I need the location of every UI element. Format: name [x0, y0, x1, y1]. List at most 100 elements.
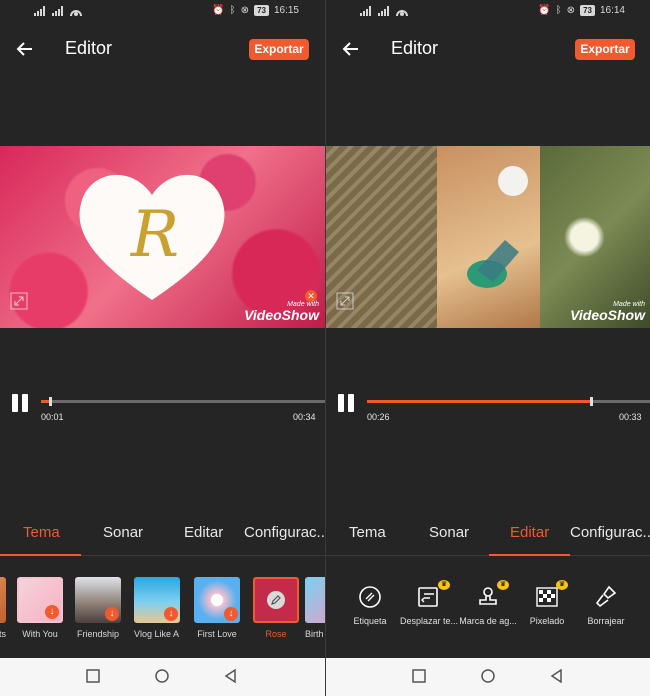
edit-pencil-icon [267, 591, 285, 609]
theme-item[interactable]: ↓ Vlog Like A P... [134, 577, 180, 639]
nfc-icon: ⊗ [566, 5, 576, 16]
back-icon[interactable] [550, 669, 564, 683]
export-button[interactable]: Exportar [575, 39, 635, 60]
theme-item[interactable]: ↓ With You [17, 577, 63, 639]
tab-tema[interactable]: Tema [349, 524, 386, 541]
bottle-image [467, 240, 519, 288]
seek-bar[interactable] [41, 397, 325, 406]
alarm-icon: ⏰ [212, 5, 225, 16]
home-icon[interactable] [155, 669, 169, 683]
system-navigation-bar [0, 658, 325, 696]
active-tab-indicator [489, 554, 570, 556]
theme-thumbnail: ↓ [17, 577, 63, 623]
right-screen: ⏰ ᛒ ⊗ 73 16:14 Editor Exportar Made with… [325, 0, 650, 696]
status-bar: ⏰ ᛒ ⊗ 73 16:15 [0, 0, 325, 24]
home-icon[interactable] [481, 669, 495, 683]
app-header: Editor Exportar [326, 24, 650, 74]
battery-icon: 73 [254, 5, 269, 16]
premium-crown-icon: ♛ [497, 580, 509, 590]
download-icon: ↓ [164, 607, 178, 621]
tool-pixelado[interactable]: ♛ Pixelado [517, 580, 577, 626]
watermark: Made with VideoShow [244, 301, 319, 323]
wifi-icon [70, 6, 82, 16]
alarm-icon: ⏰ [538, 5, 551, 16]
recent-apps-icon[interactable] [86, 669, 100, 683]
clock: 16:14 [599, 5, 625, 16]
signal-icon [360, 6, 372, 16]
download-icon: ↓ [45, 605, 59, 619]
edit-tools: Etiqueta ♛ Desplazar te... ♛ Marca de ag… [326, 580, 650, 644]
total-time: 00:34 [293, 412, 316, 422]
back-icon[interactable] [224, 669, 238, 683]
active-tab-indicator [0, 554, 81, 556]
theme-item[interactable]: ts [0, 577, 6, 639]
tab-editar[interactable]: Editar [510, 524, 549, 541]
stamp-icon [479, 587, 497, 605]
tab-sonar[interactable]: Sonar [429, 524, 469, 541]
theme-thumbnail [305, 577, 325, 623]
brush-icon [595, 585, 617, 608]
signal-icon [378, 6, 390, 16]
tab-tema[interactable]: Tema [23, 524, 60, 541]
video-preview[interactable]: Made with VideoShow [326, 146, 650, 328]
scroll-text-icon [418, 587, 438, 607]
tool-borrajear[interactable]: Borrajear [576, 584, 636, 626]
tab-bar: Tema Sonar Editar Configurac... [0, 516, 325, 556]
back-arrow-icon[interactable] [14, 38, 36, 60]
video-preview[interactable]: R ✕ Made with VideoShow [0, 146, 325, 328]
export-button[interactable]: Exportar [249, 39, 309, 60]
watermark: Made with VideoShow [570, 301, 645, 323]
recent-apps-icon[interactable] [412, 669, 426, 683]
tab-bar: Tema Sonar Editar Configurac... [326, 516, 650, 556]
premium-crown-icon: ♛ [438, 580, 450, 590]
tool-marca-de-agua[interactable]: ♛ Marca de ag... [458, 580, 518, 626]
theme-item-selected[interactable]: Rose [253, 577, 299, 639]
playback-controls: 00:26 00:33 [326, 388, 650, 428]
pause-icon[interactable] [338, 394, 356, 414]
ball-image [498, 166, 528, 196]
tool-desplazar-texto[interactable]: ♛ Desplazar te... [399, 580, 459, 626]
status-bar: ⏰ ᛒ ⊗ 73 16:14 [326, 0, 650, 24]
seek-bar-thumb[interactable] [590, 397, 593, 406]
tab-configuracion[interactable]: Configurac... [570, 524, 650, 541]
page-title: Editor [65, 38, 113, 58]
playback-controls: 00:01 00:34 [0, 388, 325, 428]
theme-thumbnail [0, 577, 6, 623]
sticker-icon [359, 586, 381, 608]
seek-bar-thumb[interactable] [49, 397, 52, 406]
back-arrow-icon[interactable] [340, 38, 362, 60]
tab-sonar[interactable]: Sonar [103, 524, 143, 541]
download-icon: ↓ [105, 607, 119, 621]
theme-item[interactable]: ↓ First Love [194, 577, 240, 639]
theme-item[interactable]: ↓ Friendship [75, 577, 121, 639]
signal-icon [34, 6, 46, 16]
current-time: 00:01 [41, 412, 64, 422]
total-time: 00:33 [619, 412, 642, 422]
theme-thumbnail: ↓ [75, 577, 121, 623]
monogram-letter-image: R [130, 198, 180, 272]
tab-configuracion[interactable]: Configurac... [244, 524, 325, 541]
bluetooth-icon: ᛒ [229, 5, 236, 16]
nfc-icon: ⊗ [240, 5, 250, 16]
tool-etiqueta[interactable]: Etiqueta [340, 584, 400, 626]
bluetooth-icon: ᛒ [555, 5, 562, 16]
theme-thumbnail: ↓ [194, 577, 240, 623]
seek-bar-progress [367, 400, 591, 403]
wifi-icon [396, 6, 408, 16]
expand-icon[interactable] [10, 292, 28, 310]
theme-list: ts ↓ With You ↓ Friendship ↓ Vlog Like A… [0, 572, 325, 644]
tab-editar[interactable]: Editar [184, 524, 223, 541]
mosaic-icon [536, 587, 558, 607]
expand-icon[interactable] [336, 292, 354, 310]
current-time: 00:26 [367, 412, 390, 422]
theme-item[interactable]: Birth [305, 577, 325, 639]
premium-crown-icon: ♛ [556, 580, 568, 590]
signal-icon [52, 6, 64, 16]
page-title: Editor [391, 38, 439, 58]
clock: 16:15 [273, 5, 299, 16]
theme-thumbnail [253, 577, 299, 623]
pause-icon[interactable] [12, 394, 30, 414]
seek-bar[interactable] [367, 397, 650, 406]
battery-icon: 73 [580, 5, 595, 16]
download-icon: ↓ [224, 607, 238, 621]
